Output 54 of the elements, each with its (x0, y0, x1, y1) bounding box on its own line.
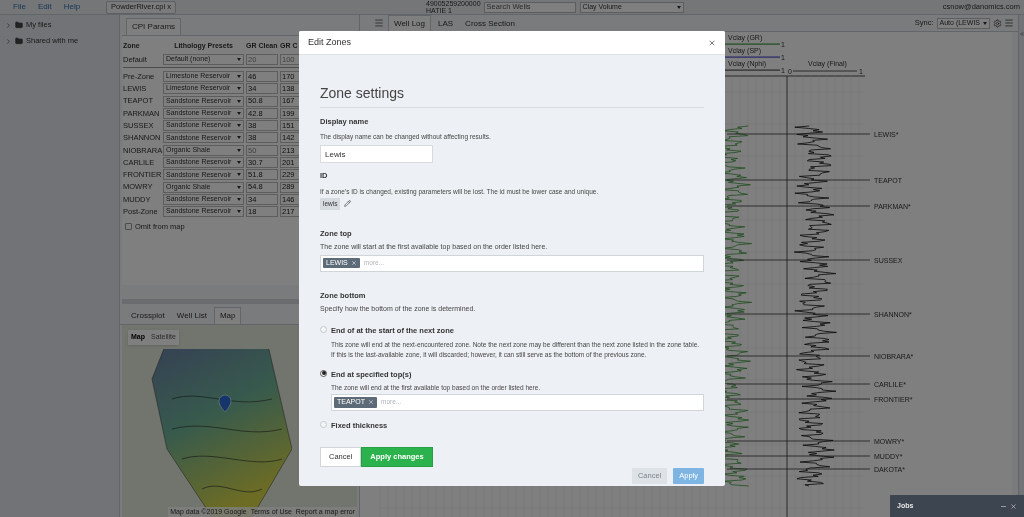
caret-icon (237, 99, 241, 103)
section-heading: Zone settings (320, 83, 704, 108)
panel-tab[interactable]: Map (213, 307, 242, 324)
view-tab[interactable]: LAS (433, 15, 459, 32)
settings-icon[interactable] (993, 18, 1002, 28)
menu-item[interactable]: Help (63, 1, 81, 13)
caret-icon (237, 148, 241, 152)
zone-top-line[interactable] (726, 468, 871, 470)
zone-top-line[interactable] (726, 383, 871, 385)
zone-top-line[interactable] (726, 205, 871, 207)
view-tab[interactable]: Cross Section (460, 15, 520, 32)
folder-icon (15, 37, 23, 45)
zone-top-line[interactable] (726, 179, 871, 181)
zone-top-line[interactable] (726, 398, 871, 400)
display-name-field[interactable]: Lewis (320, 145, 433, 163)
remove-icon[interactable] (368, 399, 374, 406)
caret-icon (237, 185, 241, 189)
caret-icon (237, 124, 241, 128)
zone-top-line[interactable] (726, 455, 871, 457)
caret-icon (237, 210, 241, 214)
caret-icon (237, 136, 241, 140)
caret-icon (983, 21, 987, 25)
track-scale-line (725, 69, 780, 71)
collapse-icon[interactable] (1019, 31, 1024, 37)
track-scale-line (725, 56, 780, 58)
close-icon[interactable] (1010, 502, 1017, 510)
zone-top-line[interactable] (726, 259, 871, 261)
edit-icon[interactable] (344, 200, 352, 208)
caret-icon (676, 5, 681, 9)
caret-icon (237, 111, 241, 115)
menu-icon[interactable] (1004, 18, 1014, 28)
zone-top-line[interactable] (726, 355, 871, 357)
radio-button[interactable] (320, 369, 327, 377)
menu-icon[interactable] (374, 18, 384, 28)
caret-icon (237, 161, 241, 164)
panel-tab[interactable]: Well List (171, 308, 212, 324)
folder-icon (15, 21, 23, 29)
dialog-title: Edit Zones (308, 35, 352, 49)
caret-icon (237, 74, 241, 78)
zone-top-line[interactable] (726, 440, 871, 442)
zone-top-line[interactable] (726, 133, 871, 135)
caret-icon (237, 87, 241, 91)
checkbox[interactable] (125, 223, 132, 230)
menu-item[interactable]: Edit (37, 1, 52, 13)
caret-icon (237, 173, 241, 177)
remove-icon[interactable] (350, 260, 357, 266)
close-icon[interactable] (708, 38, 716, 47)
caret-icon (237, 197, 241, 201)
panel-tab[interactable]: Crossplot (126, 308, 170, 324)
panel-tab[interactable]: CPI Params (126, 18, 182, 35)
menu-item[interactable]: File (13, 1, 26, 13)
caret-icon (237, 57, 241, 61)
track-scale-line (725, 43, 780, 45)
zone-top-line[interactable] (726, 313, 871, 315)
